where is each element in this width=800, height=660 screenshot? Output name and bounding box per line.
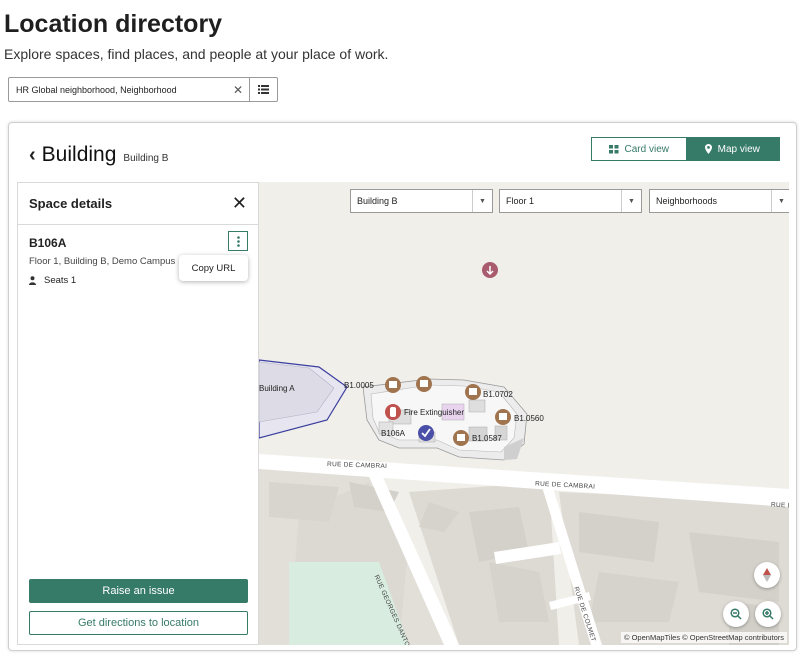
close-icon[interactable]: ✕ [232,193,247,214]
more-vertical-icon [236,235,240,247]
space-location: Floor 1, Building B, Demo Campus [29,256,176,267]
space-details-panel: Space details ✕ B106A Floor 1, Building … [17,182,259,645]
zoom-out-icon [730,608,742,620]
card-view-label: Card view [624,143,669,155]
seats-info: Seats 1 [29,275,76,286]
copy-url-menu-item[interactable]: Copy URL [179,255,248,281]
map-label-b1-0587: B1.0587 [472,434,502,443]
building-select-value: Building B [357,196,398,206]
location-card: ‹ Building Building B Card view Map view [8,122,797,651]
floor-select[interactable]: Floor 1 ▼ [499,189,642,213]
person-icon [29,276,36,285]
chevron-down-icon: ▼ [472,190,492,212]
building-header: ‹ Building Building B [29,143,168,167]
seats-label: Seats 1 [44,275,77,286]
zoom-in-icon [762,608,774,620]
map-view-button[interactable]: Map view [685,138,779,160]
view-toggle: Card view Map view [591,137,780,161]
back-chevron-icon[interactable]: ‹ [29,144,36,167]
building-select[interactable]: Building B ▼ [350,189,493,213]
map-label-b1-0560: B1.0560 [514,414,544,423]
street-label: RUE D [770,501,789,510]
neighborhood-select[interactable]: Neighborhoods ▼ [649,189,789,213]
page-subtitle: Explore spaces, find places, and people … [4,46,389,62]
compass-button[interactable] [754,562,780,588]
compass-icon [763,568,771,582]
neighborhood-select-value: Neighborhoods [656,196,718,206]
map-label-b1-0005: B1.0005 [344,381,374,390]
filter-value: HR Global neighborhood, Neighborhood [16,84,177,95]
space-details-header: Space details ✕ [18,183,258,225]
map-view-label: Map view [717,143,760,155]
space-name: B106A [29,236,67,250]
map-pin-icon [704,144,712,154]
card-view-button[interactable]: Card view [592,138,686,160]
chevron-down-icon: ▼ [621,190,641,212]
building-title: Building [41,143,117,166]
raise-issue-button[interactable]: Raise an issue [29,579,248,603]
map-attribution: © OpenMapTiles © OpenStreetMap contribut… [620,632,787,643]
list-icon [258,85,269,94]
map-label-b106a: B106A [381,429,406,438]
grid-icon [608,144,619,153]
map-label-b1-0702: B1.0702 [483,390,513,399]
space-details-title: Space details [29,196,113,211]
building-subtitle: Building B [123,153,169,164]
chevron-down-icon: ▼ [771,190,789,212]
location-filter-input[interactable]: HR Global neighborhood, Neighborhood ✕ [8,77,278,102]
zoom-in-button[interactable] [755,601,781,627]
close-icon[interactable]: ✕ [227,83,249,97]
page-title: Location directory [4,10,223,38]
map-canvas[interactable]: Building B ▼ Floor 1 ▼ Neighborhoods ▼ B… [259,182,789,645]
list-view-button[interactable] [249,78,277,101]
more-options-button[interactable] [228,231,248,251]
get-directions-button[interactable]: Get directions to location [29,611,248,635]
map-label-fire-extinguisher: Fire Extinguisher [404,408,465,417]
map-label-building-a: Building A [259,384,295,393]
zoom-out-button[interactable] [723,601,749,627]
floor-select-value: Floor 1 [506,196,535,206]
